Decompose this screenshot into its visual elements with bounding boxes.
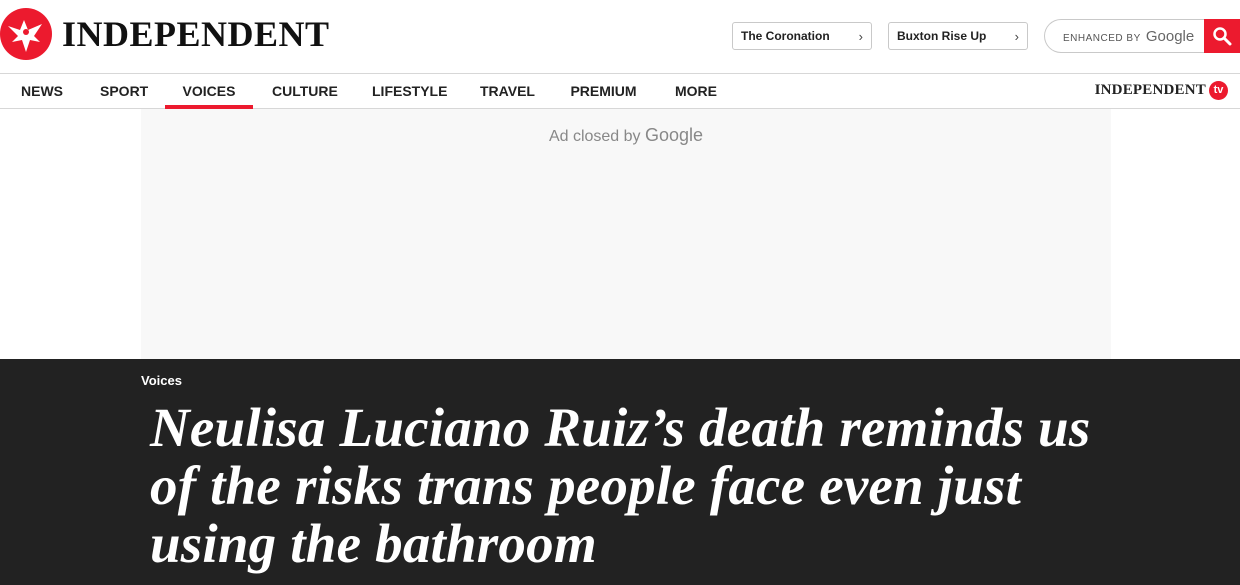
ad-closed-notice: Ad closed by Google [141, 125, 1111, 146]
tv-badge: tv [1209, 81, 1228, 100]
main-nav: NEWS SPORT VOICES CULTURE LIFESTYLE TRAV… [0, 73, 1240, 109]
nav-item-more[interactable]: MORE [675, 74, 717, 108]
article-section-link[interactable]: Voices [141, 373, 182, 388]
nav-item-culture[interactable]: CULTURE [272, 74, 338, 108]
ad-slot: Ad closed by Google [141, 109, 1111, 359]
nav-item-news[interactable]: NEWS [21, 74, 63, 108]
tv-logo-text: INDEPENDENT [1094, 82, 1206, 98]
ad-closed-text: Ad closed by [548, 128, 641, 145]
topic-pill-label: Buxton Rise Up [897, 29, 987, 43]
search-enhanced-label: ENHANCED BY [1063, 33, 1141, 44]
chevron-right-icon: › [858, 29, 863, 44]
article-hero: Voices Neulisa Luciano Ruiz’s death remi… [0, 359, 1240, 585]
search-placeholder: ENHANCED BY Google [1063, 28, 1194, 45]
topic-pill-coronation[interactable]: The Coronation › [732, 22, 872, 50]
nav-item-premium[interactable]: PREMIUM [570, 74, 637, 108]
site-logo[interactable]: INDEPENDENT [0, 8, 330, 60]
nav-item-voices[interactable]: VOICES [165, 74, 253, 109]
eagle-icon [0, 8, 52, 60]
search-button[interactable] [1204, 19, 1240, 53]
site-logo-text: INDEPENDENT [62, 14, 330, 54]
search-icon [1213, 27, 1232, 46]
nav-item-travel[interactable]: TRAVEL [480, 74, 535, 108]
chevron-right-icon: › [1014, 29, 1019, 44]
independent-tv-link[interactable]: INDEPENDENT tv [1095, 81, 1228, 100]
nav-item-lifestyle[interactable]: LIFESTYLE [372, 74, 447, 108]
topic-pill-buxton[interactable]: Buxton Rise Up › [888, 22, 1028, 50]
search-google-label: Google [1145, 28, 1195, 45]
nav-item-sport[interactable]: SPORT [100, 74, 148, 108]
topic-pill-label: The Coronation [741, 29, 830, 43]
top-header: INDEPENDENT The Coronation › Buxton Rise… [0, 0, 1240, 73]
article-headline: Neulisa Luciano Ruiz’s death reminds us … [150, 397, 1091, 574]
ad-google-label: Google [645, 125, 704, 145]
